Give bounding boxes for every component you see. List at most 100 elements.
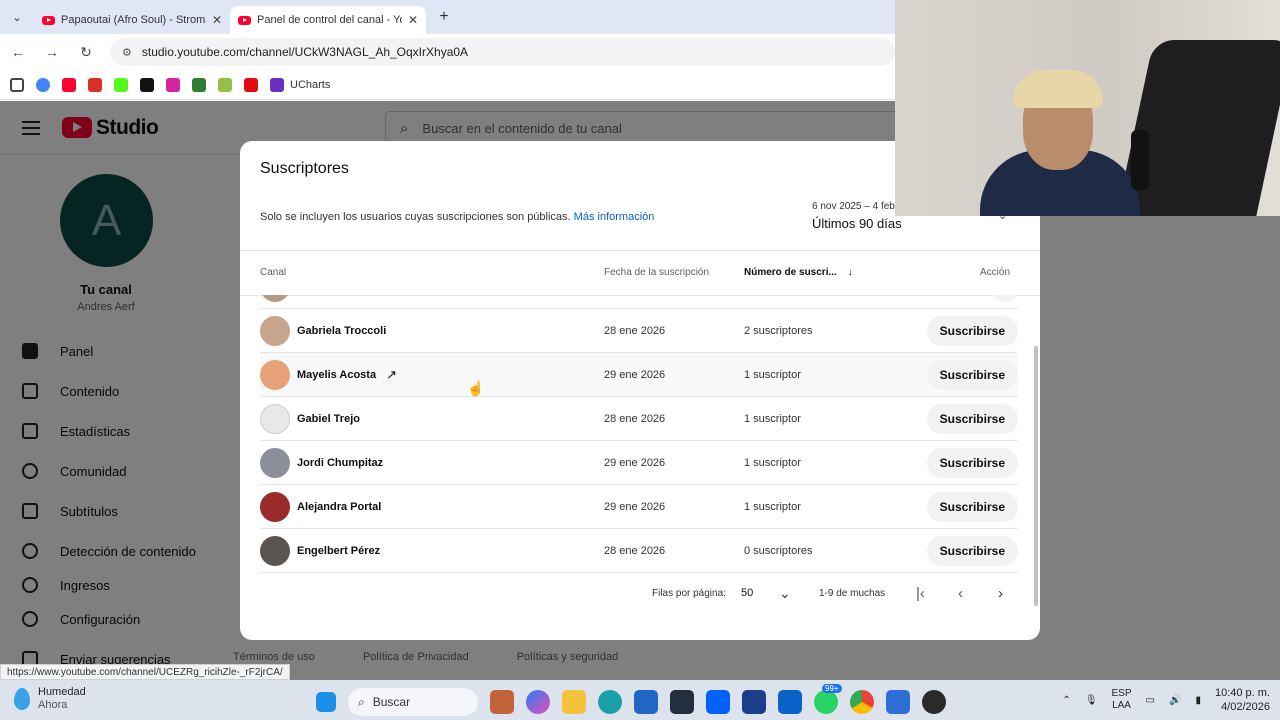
- weather-widget[interactable]: Humedad Ahora: [14, 686, 86, 712]
- column-header-date[interactable]: Fecha de la suscripción: [604, 267, 709, 278]
- taskbar-search[interactable]: ⌕ Buscar: [348, 688, 478, 716]
- file-explorer-icon[interactable]: [562, 690, 586, 714]
- subscribe-button[interactable]: Suscribirse: [926, 403, 1018, 434]
- app-icon[interactable]: [886, 690, 910, 714]
- rows-per-page-value[interactable]: 50: [741, 587, 753, 599]
- subscribe-button[interactable]: Suscribirse: [926, 359, 1018, 390]
- whatsapp-icon[interactable]: 99+: [814, 684, 842, 714]
- battery-icon[interactable]: ▮: [1195, 695, 1201, 706]
- subscriber-count: 1 suscriptor: [744, 412, 801, 425]
- next-page-icon[interactable]: ›: [998, 585, 1003, 602]
- chevron-up-icon[interactable]: ⌃: [1062, 695, 1070, 706]
- external-link-icon[interactable]: ↗: [386, 367, 397, 383]
- subscriber-name[interactable]: Gabriela Troccoli: [297, 325, 597, 337]
- youtube-favicon-icon: [42, 15, 55, 25]
- subscriber-name[interactable]: Alejandra Portal: [297, 501, 597, 513]
- browser-tab[interactable]: Papaoutai (Afro Soul) - Stromae ✕: [34, 6, 230, 34]
- table-row[interactable]: Jordi Chumpitaz 29 ene 2026 1 suscriptor…: [260, 441, 1018, 485]
- subscribe-button[interactable]: [992, 295, 1018, 302]
- shopify-icon[interactable]: [218, 77, 232, 92]
- google-icon[interactable]: [36, 77, 50, 92]
- weather-title: Humedad: [38, 686, 86, 698]
- site-info-icon[interactable]: ⚙: [122, 46, 132, 59]
- instagram-icon[interactable]: [166, 77, 180, 92]
- subscribe-button[interactable]: Suscribirse: [926, 491, 1018, 522]
- gmail-icon[interactable]: [88, 77, 102, 92]
- subscribe-button[interactable]: Suscribirse: [926, 535, 1018, 566]
- table-row[interactable]: Gabriela Troccoli 28 ene 2026 2 suscript…: [260, 309, 1018, 353]
- netflix-icon[interactable]: [244, 77, 258, 92]
- bookmark-label[interactable]: UCharts: [290, 79, 330, 91]
- avatar[interactable]: [260, 447, 290, 478]
- windows-start-icon[interactable]: [316, 692, 336, 712]
- subscriber-list: Gabriela Troccoli 28 ene 2026 2 suscript…: [260, 295, 1018, 573]
- apps-grid-icon[interactable]: [10, 77, 24, 92]
- wifi-icon[interactable]: ▭: [1146, 695, 1155, 706]
- scrollbar[interactable]: [1034, 251, 1038, 607]
- tab-search-chevron-icon[interactable]: ⌄: [0, 0, 34, 34]
- tiktok-icon[interactable]: [140, 77, 154, 92]
- volume-icon[interactable]: 🔊: [1169, 695, 1181, 706]
- search-icon: ⌕: [358, 694, 365, 709]
- table-row[interactable]: Engelbert Pérez 28 ene 2026 0 suscriptor…: [260, 529, 1018, 573]
- address-bar-row: ← → ↻ ⚙ studio.youtube.com/channel/UCkW3…: [0, 34, 895, 70]
- new-tab-icon[interactable]: +: [430, 8, 458, 26]
- kick-icon[interactable]: [114, 77, 128, 92]
- link-status-bar: https://www.youtube.com/channel/UCEZRg_r…: [0, 664, 290, 680]
- subscriber-count: 1 suscriptor: [744, 368, 801, 381]
- reload-icon[interactable]: ↻: [76, 44, 96, 61]
- hand-cursor-icon: ☝: [467, 380, 485, 396]
- outlook-icon[interactable]: [778, 690, 802, 714]
- amazon-icon[interactable]: [670, 690, 694, 714]
- close-tab-icon[interactable]: ✕: [212, 13, 222, 27]
- first-page-icon[interactable]: |‹: [916, 585, 925, 602]
- windows-taskbar: Humedad Ahora ⌕ Buscar 99+ ⌃ 🎙 ESP LAA ▭…: [0, 680, 1280, 720]
- table-row[interactable]: Mayelis Acosta ↗ 29 ene 2026 1 suscriptor…: [260, 353, 1018, 397]
- date-period-dropdown[interactable]: Últimos 90 días: [812, 216, 902, 231]
- column-header-subscribers-label: Número de suscri...: [744, 267, 837, 278]
- subscriber-name[interactable]: Mayelis Acosta ↗: [297, 367, 597, 383]
- prev-page-icon[interactable]: ‹: [958, 585, 963, 602]
- dropbox-icon[interactable]: [706, 690, 730, 714]
- url-field[interactable]: ⚙ studio.youtube.com/channel/UCkW3NAGL_A…: [110, 38, 895, 66]
- table-row[interactable]: Alejandra Portal 29 ene 2026 1 suscripto…: [260, 485, 1018, 529]
- chrome-icon[interactable]: [850, 690, 874, 714]
- youtube-icon[interactable]: [62, 77, 76, 92]
- system-tray: ⌃ 🎙 ESP LAA ▭ 🔊 ▮ 10:40 p. m. 4/02/2026: [1062, 686, 1270, 714]
- column-header-subscribers[interactable]: Número de suscri... ↓: [744, 267, 853, 278]
- avatar[interactable]: [260, 491, 290, 522]
- clock[interactable]: 10:40 p. m. 4/02/2026: [1215, 686, 1270, 714]
- learn-more-link[interactable]: Más información: [574, 211, 655, 223]
- avatar[interactable]: [260, 535, 290, 566]
- back-icon[interactable]: ←: [8, 44, 28, 60]
- widgets-icon[interactable]: [490, 690, 514, 714]
- close-tab-icon[interactable]: ✕: [408, 13, 418, 27]
- edge-icon[interactable]: [598, 690, 622, 714]
- avatar[interactable]: [260, 315, 290, 346]
- avatar[interactable]: [260, 359, 290, 390]
- copilot-icon[interactable]: [526, 690, 550, 714]
- webtoon-icon[interactable]: [192, 77, 206, 92]
- avatar[interactable]: [260, 403, 290, 434]
- webcam-person-cap: [1013, 70, 1103, 108]
- note-text: Solo se incluyen los usuarios cuyas susc…: [260, 211, 571, 223]
- subscriber-name[interactable]: Jordi Chumpitaz: [297, 457, 597, 469]
- subscriber-name[interactable]: Engelbert Pérez: [297, 545, 597, 557]
- table-row[interactable]: Gabiel Trejo 28 ene 2026 1 suscriptor Su…: [260, 397, 1018, 441]
- browser-tab-active[interactable]: Panel de control del canal - YouTube ✕: [230, 6, 426, 34]
- dialog-note: Solo se incluyen los usuarios cuyas susc…: [260, 211, 654, 223]
- subscribe-button[interactable]: Suscribirse: [926, 447, 1018, 478]
- language-indicator[interactable]: ESP LAA: [1112, 688, 1132, 712]
- microphone-icon[interactable]: 🎙: [1085, 695, 1098, 706]
- scrollbar-thumb[interactable]: [1034, 346, 1038, 606]
- subscriber-name[interactable]: Gabiel Trejo: [297, 413, 597, 425]
- language-2: LAA: [1112, 700, 1131, 711]
- bold-app-icon[interactable]: [742, 690, 766, 714]
- subscribe-button[interactable]: Suscribirse: [926, 315, 1018, 346]
- forward-icon[interactable]: →: [42, 44, 62, 60]
- store-icon[interactable]: [634, 690, 658, 714]
- bookmarks-bar: UCharts: [0, 70, 895, 100]
- ucharts-icon[interactable]: [270, 77, 284, 92]
- chevron-down-icon[interactable]: ⌄: [779, 585, 791, 602]
- obs-icon[interactable]: [922, 690, 946, 714]
